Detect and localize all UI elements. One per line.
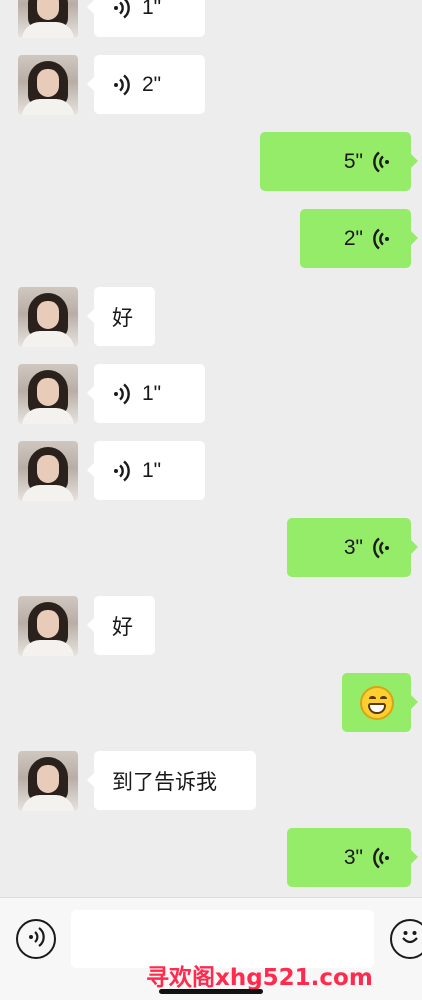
contact-avatar[interactable] (18, 55, 78, 115)
voice-wave-icon (371, 535, 393, 561)
voice-message-bubble[interactable]: 2" (87, 55, 205, 114)
contact-avatar[interactable] (18, 751, 78, 811)
contact-avatar[interactable] (18, 441, 78, 501)
voice-message-bubble[interactable]: 1" (87, 0, 205, 37)
grinning-face-emoji-icon (359, 685, 394, 720)
message-row: 2" (0, 209, 422, 269)
voice-duration: 3" (343, 535, 363, 559)
voice-icon (26, 926, 46, 953)
emoji-button[interactable] (390, 919, 422, 959)
voice-message-bubble[interactable]: 1" (87, 364, 205, 423)
voice-duration: 2" (142, 72, 162, 96)
message-row: 1" (0, 0, 422, 38)
message-row: 好 (0, 287, 422, 347)
voice-message-bubble[interactable]: 3" (287, 518, 418, 577)
voice-wave-icon (371, 845, 393, 871)
voice-wave-icon (371, 149, 393, 175)
voice-duration: 1" (142, 0, 162, 19)
message-row: 1" (0, 364, 422, 424)
smiley-icon (397, 924, 422, 955)
voice-message-bubble[interactable]: 5" (260, 132, 418, 191)
voice-message-bubble[interactable]: 2" (300, 209, 418, 268)
contact-avatar[interactable] (18, 364, 78, 424)
voice-duration: 5" (343, 149, 363, 173)
message-row: 2" (0, 55, 422, 115)
emoji-message-bubble[interactable] (342, 673, 418, 732)
voice-wave-icon (371, 226, 393, 252)
voice-duration: 2" (343, 226, 363, 250)
watermark-text: 寻欢阁xhg521.com (146, 965, 373, 991)
contact-avatar[interactable] (18, 287, 78, 347)
home-indicator[interactable] (159, 989, 263, 994)
message-row: 3" (0, 828, 422, 888)
voice-message-bubble[interactable]: 1" (87, 441, 205, 500)
text-message-bubble[interactable]: 好 (87, 287, 155, 346)
message-row: 到了告诉我 (0, 751, 422, 811)
contact-avatar[interactable] (18, 0, 78, 38)
voice-message-bubble[interactable]: 3" (287, 828, 418, 887)
message-text: 好 (112, 615, 133, 639)
chat-message-list[interactable]: 1" 2" 5" 2" 好 1" 1" 3" 好 到了告诉我 3" (0, 0, 422, 897)
contact-avatar[interactable] (18, 596, 78, 656)
voice-wave-icon (112, 381, 134, 407)
message-row: 5" (0, 132, 422, 192)
voice-wave-icon (112, 458, 134, 484)
message-text: 到了告诉我 (112, 770, 217, 794)
voice-duration: 1" (142, 381, 162, 405)
voice-duration: 1" (142, 458, 162, 482)
message-text: 好 (112, 306, 133, 330)
message-row (0, 673, 422, 733)
text-message-bubble[interactable]: 好 (87, 596, 155, 655)
voice-wave-icon (112, 72, 134, 98)
message-row: 3" (0, 518, 422, 578)
message-row: 好 (0, 596, 422, 656)
text-message-bubble[interactable]: 到了告诉我 (87, 751, 256, 810)
message-row: 1" (0, 441, 422, 501)
voice-duration: 3" (343, 845, 363, 869)
voice-input-button[interactable] (16, 919, 56, 959)
voice-wave-icon (112, 0, 134, 21)
